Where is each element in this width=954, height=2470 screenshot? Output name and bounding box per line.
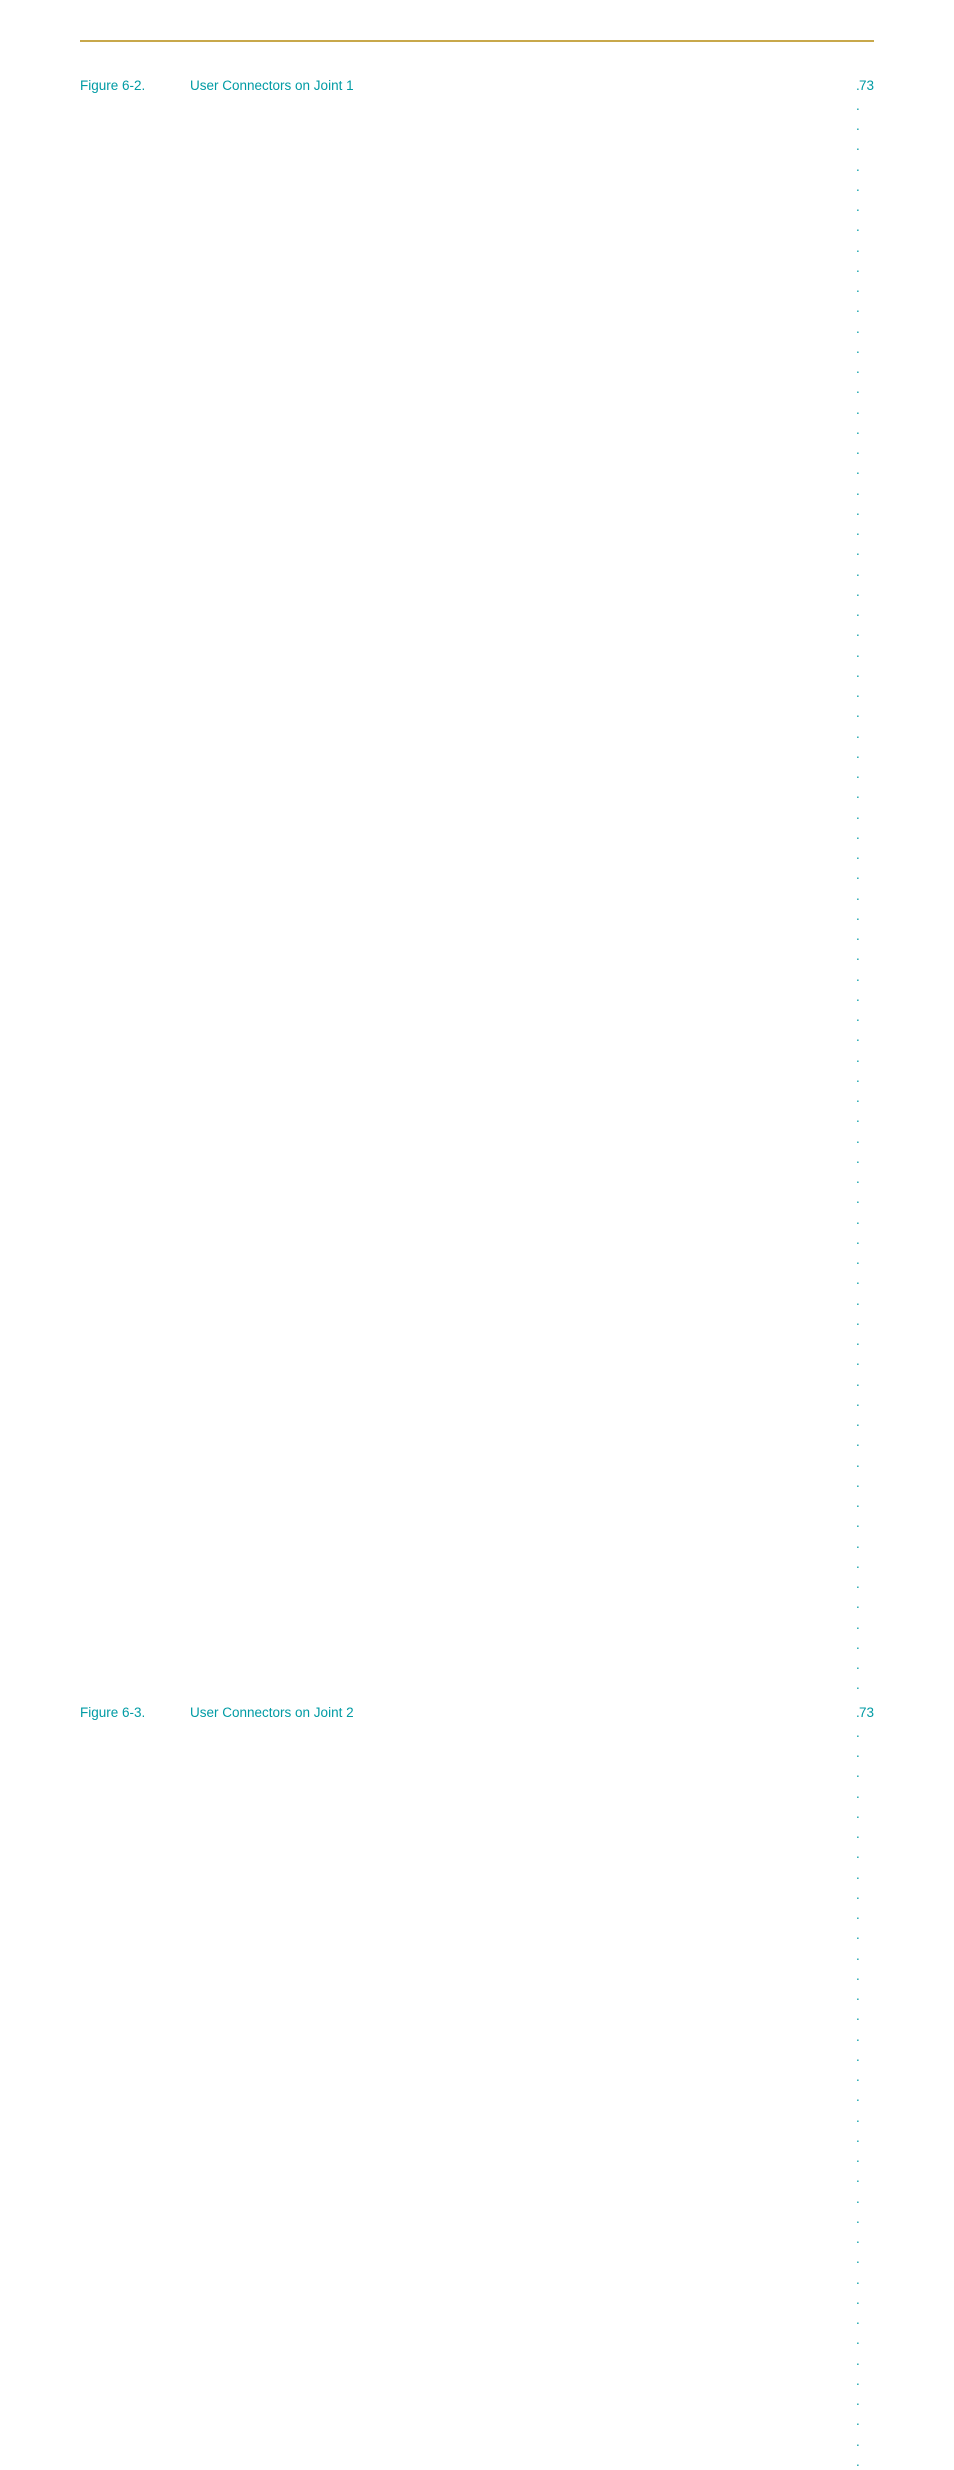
top-border <box>80 40 874 42</box>
figure-label-0[interactable]: Figure 6-2. <box>80 72 190 1699</box>
figure-dots-1: . . . . . . . . . . . . . . . . . . . . … <box>853 1703 859 2470</box>
figure-label-1[interactable]: Figure 6-3. <box>80 1699 190 2470</box>
figure-title-1: User Connectors on Joint 2 <box>190 1703 853 1723</box>
figure-page-1: 73 <box>859 1703 874 1723</box>
figure-title-cell-1: User Connectors on Joint 2 . . . . . . .… <box>190 1699 874 2470</box>
toc-table: Figure 6-2.User Connectors on Joint 1 . … <box>80 72 874 2470</box>
figure-dots-0: . . . . . . . . . . . . . . . . . . . . … <box>853 76 859 1696</box>
figure-page-0: 73 <box>859 76 874 96</box>
figure-title-cell-0: User Connectors on Joint 1 . . . . . . .… <box>190 72 874 1699</box>
figure-title-0: User Connectors on Joint 1 <box>190 76 853 96</box>
